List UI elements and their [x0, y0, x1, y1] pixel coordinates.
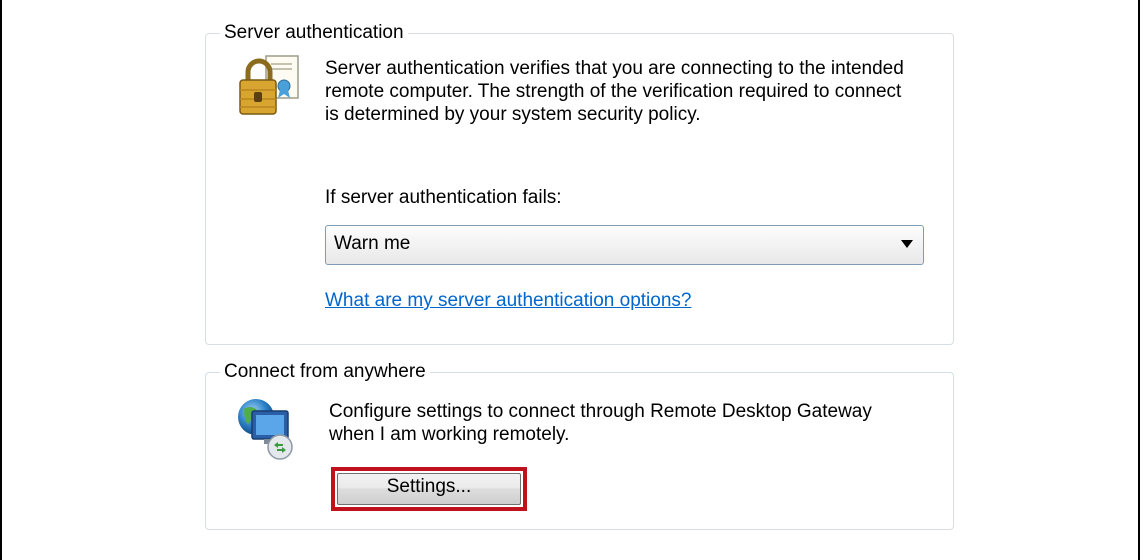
chevron-down-icon[interactable] [901, 240, 913, 248]
connect-from-anywhere-title: Connect from anywhere [220, 361, 430, 383]
auth-fail-selected-value: Warn me [334, 233, 411, 254]
connect-from-anywhere-group: Connect from anywhere Configure settings… [205, 361, 954, 530]
settings-button[interactable]: Settings... [337, 473, 521, 505]
connect-from-anywhere-description: Configure settings to connect through Re… [329, 401, 872, 445]
server-authentication-title: Server authentication [220, 22, 408, 44]
auth-fail-dropdown[interactable]: Warn me [325, 225, 924, 265]
auth-fail-label: If server authentication fails: [325, 187, 562, 208]
padlock-certificate-icon [234, 52, 304, 122]
remote-desktop-gateway-icon [234, 395, 298, 465]
server-authentication-options-link[interactable]: What are my server authentication option… [325, 290, 691, 312]
server-authentication-description: Server authentication verifies that you … [325, 58, 904, 125]
server-authentication-group: Server authentication Server authenticat… [205, 22, 954, 345]
